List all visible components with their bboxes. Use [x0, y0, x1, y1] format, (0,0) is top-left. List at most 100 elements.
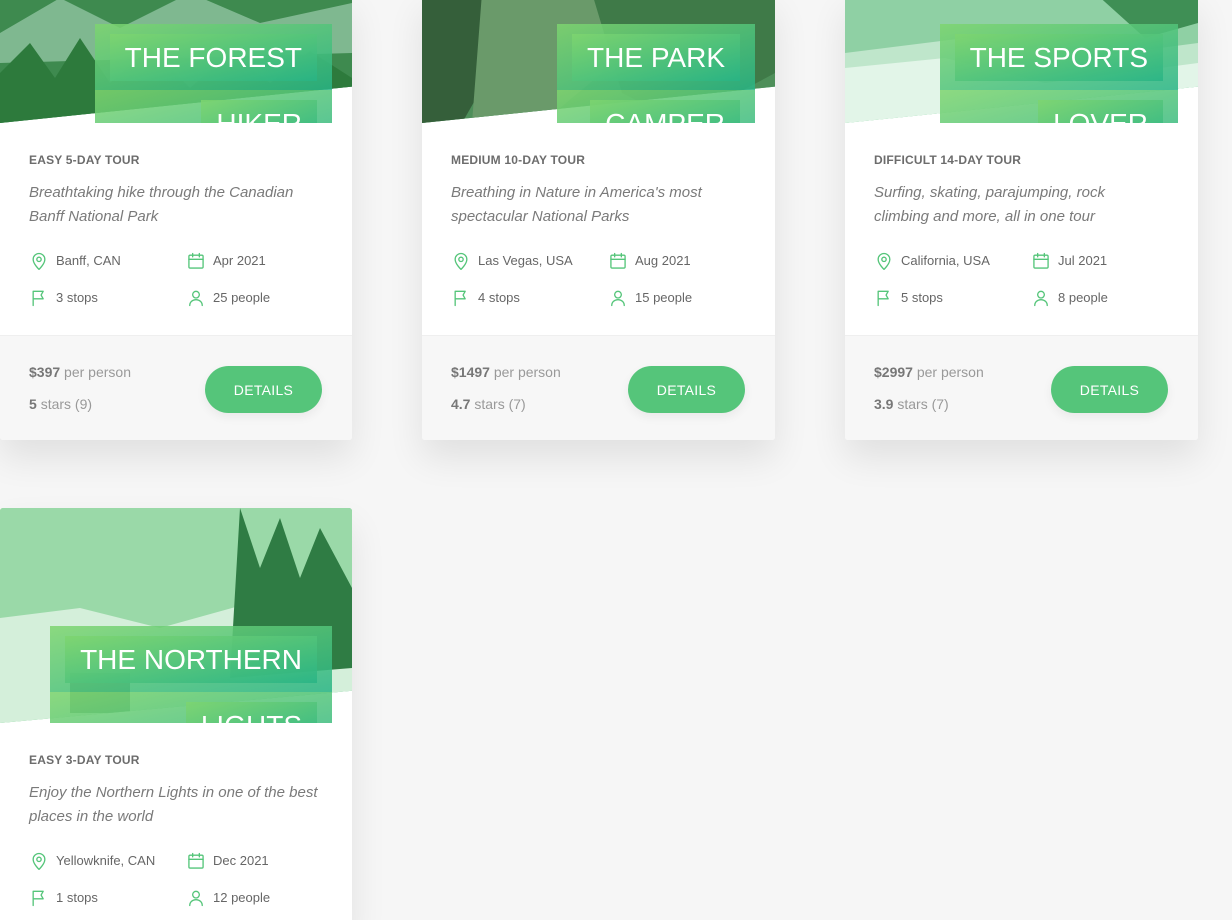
- stops-text: 3 stops: [56, 290, 98, 305]
- tour-facts: Yellowknife, CAN Dec 2021 1 stops 12 peo…: [29, 850, 323, 920]
- tour-title-line: LIGHTS: [185, 702, 317, 723]
- price-value: $2997: [874, 364, 913, 380]
- flag-icon: [32, 890, 44, 906]
- tour-description: Breathtaking hike through the Canadian B…: [29, 184, 294, 225]
- rating-value: 5: [29, 396, 37, 412]
- calendar-icon: [610, 252, 626, 269]
- tour-title-line: THE PARK: [572, 34, 740, 81]
- tour-title: THE SPORTS LOVER: [939, 24, 1178, 123]
- stops-fact: 4 stops: [451, 287, 608, 308]
- location-fact: Banff, CAN: [29, 250, 186, 271]
- stops-text: 5 stops: [901, 290, 943, 305]
- stops-fact: 5 stops: [874, 287, 1031, 308]
- flag-icon: [877, 290, 889, 306]
- rating-value: 3.9: [874, 396, 894, 412]
- tour-card-footer: $2997 per person 3.9 stars (7) DETAILS: [845, 335, 1198, 440]
- tour-subtitle: EASY 5-DAY TOUR: [29, 153, 140, 167]
- details-button[interactable]: DETAILS: [628, 366, 745, 413]
- date-fact: Aug 2021: [608, 250, 748, 271]
- map-pin-icon: [32, 252, 46, 270]
- people-text: 8 people: [1058, 290, 1108, 305]
- map-pin-icon: [877, 252, 891, 270]
- user-icon: [189, 290, 203, 306]
- flag-icon: [32, 290, 44, 306]
- tour-description: Breathing in Nature in America's most sp…: [451, 184, 702, 225]
- rating-unit: stars: [40, 396, 72, 412]
- people-text: 15 people: [635, 290, 693, 305]
- tour-card-northern-lights: THE NORTHERN LIGHTS EASY 3-DAY TOUR Enjo…: [0, 508, 352, 920]
- rating-count: (7): [931, 396, 949, 412]
- price-unit: per person: [916, 364, 984, 380]
- rating-unit: stars: [897, 396, 928, 412]
- stops-fact: 3 stops: [29, 287, 186, 308]
- rating-value: 4.7: [451, 396, 471, 412]
- tour-card-footer: $1497 per person 4.7 stars (7) DETAILS: [422, 335, 775, 440]
- tour-card-header: THE FOREST HIKER: [0, 0, 352, 123]
- people-fact: 15 people: [608, 287, 748, 308]
- tour-subtitle: EASY 3-DAY TOUR: [29, 753, 140, 767]
- tour-details: EASY 3-DAY TOUR Enjoy the Northern Light…: [0, 723, 352, 920]
- people-fact: 12 people: [186, 887, 326, 908]
- calendar-icon: [188, 852, 204, 869]
- user-icon: [1034, 290, 1048, 306]
- tour-subtitle: MEDIUM 10-DAY TOUR: [451, 153, 586, 167]
- tour-card-sports-lover: THE SPORTS LOVER DIFFICULT 14-DAY TOUR S…: [845, 0, 1198, 440]
- rating-count: (9): [74, 396, 93, 412]
- tour-description: Surfing, skating, parajumping, rock clim…: [874, 184, 1105, 225]
- tours-page: THE FOREST HIKER EASY 5-DAY TOUR Breatht…: [0, 0, 1232, 920]
- people-text: 12 people: [213, 890, 271, 905]
- tour-title-line: THE FOREST: [109, 34, 317, 81]
- tour-card-header: THE NORTHERN LIGHTS: [0, 508, 352, 723]
- tour-card-header: THE PARK CAMPER: [422, 0, 775, 123]
- stops-text: 1 stops: [56, 890, 98, 905]
- tour-details: EASY 5-DAY TOUR Breathtaking hike throug…: [0, 123, 352, 335]
- tour-details: DIFFICULT 14-DAY TOUR Surfing, skating, …: [845, 123, 1198, 335]
- tour-title-line: THE NORTHERN: [65, 636, 317, 683]
- location-fact: Yellowknife, CAN: [29, 850, 186, 871]
- tour-details: MEDIUM 10-DAY TOUR Breathing in Nature i…: [422, 123, 775, 335]
- location-text: Las Vegas, USA: [478, 253, 573, 268]
- tour-facts: Banff, CAN Apr 2021 3 stops 25 people: [29, 250, 323, 335]
- people-fact: 25 people: [186, 287, 326, 308]
- price-value: $397: [29, 364, 61, 380]
- rating-unit: stars: [474, 396, 505, 412]
- stops-fact: 1 stops: [29, 887, 186, 908]
- map-pin-icon: [32, 852, 46, 870]
- location-fact: Las Vegas, USA: [451, 250, 608, 271]
- date-fact: Dec 2021: [186, 850, 326, 871]
- tour-title: THE PARK CAMPER: [557, 24, 755, 123]
- tour-title-line: CAMPER: [590, 100, 740, 123]
- tour-card-footer: $397 per person 5 stars (9) DETAILS: [0, 335, 352, 440]
- tour-title-line: LOVER: [1038, 100, 1163, 123]
- location-text: Banff, CAN: [56, 253, 121, 268]
- calendar-icon: [1033, 252, 1049, 269]
- tour-description: Enjoy the Northern Lights in one of the …: [29, 784, 318, 825]
- details-button[interactable]: DETAILS: [205, 366, 322, 413]
- tour-facts: Las Vegas, USA Aug 2021 4 stops 15 peopl…: [451, 250, 746, 335]
- date-text: Jul 2021: [1058, 253, 1108, 268]
- location-text: Yellowknife, CAN: [56, 853, 156, 868]
- tour-title: THE FOREST HIKER: [94, 24, 332, 123]
- calendar-icon: [188, 252, 204, 269]
- date-fact: Apr 2021: [186, 250, 326, 271]
- price-unit: per person: [493, 364, 561, 380]
- date-text: Dec 2021: [213, 853, 269, 868]
- map-pin-icon: [454, 252, 468, 270]
- date-text: Apr 2021: [213, 253, 266, 268]
- location-text: California, USA: [901, 253, 990, 268]
- tour-card-forest-hiker: THE FOREST HIKER EASY 5-DAY TOUR Breatht…: [0, 0, 352, 440]
- date-fact: Jul 2021: [1031, 250, 1171, 271]
- flag-icon: [454, 290, 466, 306]
- people-text: 25 people: [213, 290, 271, 305]
- tour-card-header: THE SPORTS LOVER: [845, 0, 1198, 123]
- tour-facts: California, USA Jul 2021 5 stops 8 peopl…: [874, 250, 1169, 335]
- price-unit: per person: [64, 364, 131, 380]
- location-fact: California, USA: [874, 250, 1031, 271]
- details-button[interactable]: DETAILS: [1051, 366, 1168, 413]
- tour-title-line: THE SPORTS: [954, 34, 1163, 81]
- tour-title: THE NORTHERN LIGHTS: [50, 626, 332, 723]
- tour-card-park-camper: THE PARK CAMPER MEDIUM 10-DAY TOUR Breat…: [422, 0, 775, 440]
- tour-subtitle: DIFFICULT 14-DAY TOUR: [874, 153, 1022, 167]
- people-fact: 8 people: [1031, 287, 1171, 308]
- rating-count: (7): [508, 396, 526, 412]
